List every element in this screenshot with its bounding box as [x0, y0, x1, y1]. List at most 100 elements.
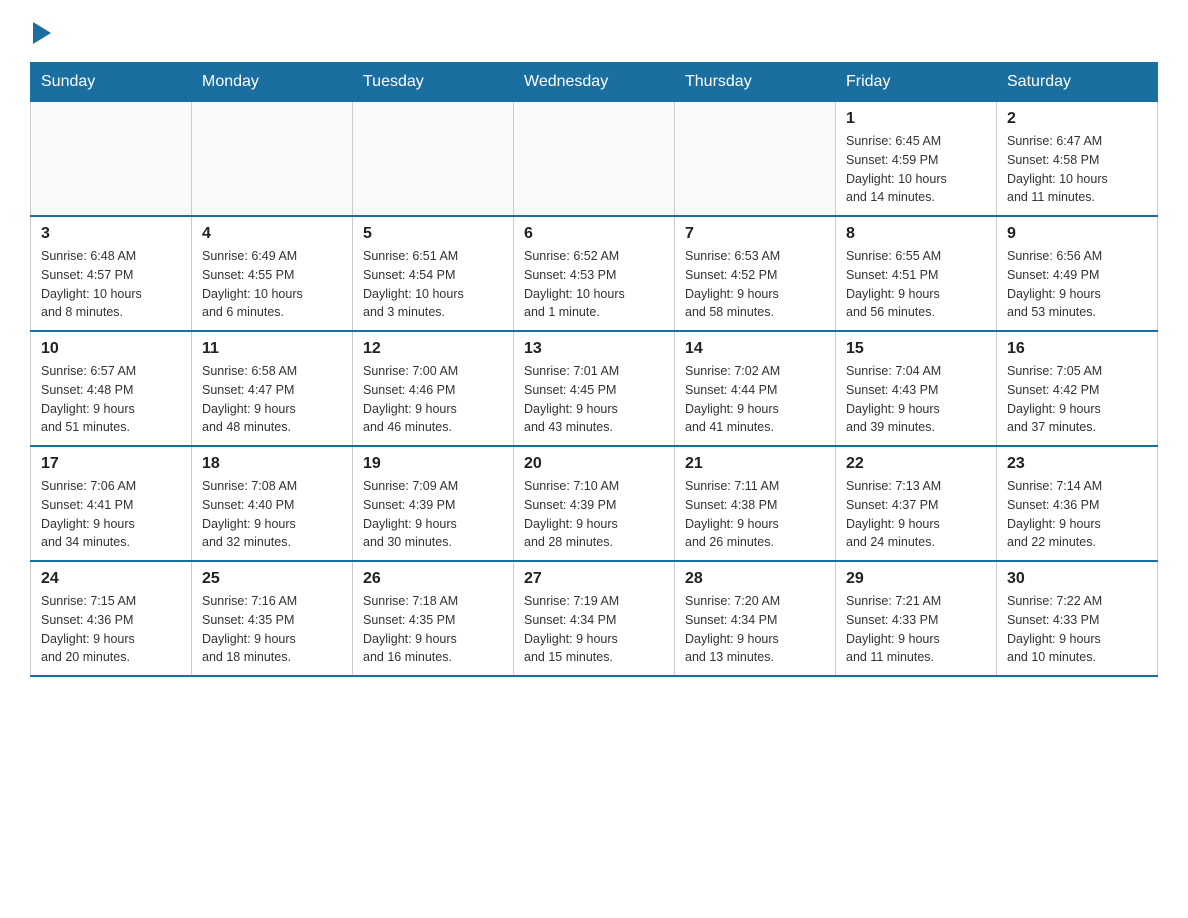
calendar-cell: 16Sunrise: 7:05 AM Sunset: 4:42 PM Dayli… — [997, 331, 1158, 446]
day-number: 13 — [524, 340, 664, 358]
header-saturday: Saturday — [997, 63, 1158, 102]
day-number: 5 — [363, 225, 503, 243]
day-info: Sunrise: 7:10 AM Sunset: 4:39 PM Dayligh… — [524, 477, 664, 552]
day-info: Sunrise: 6:48 AM Sunset: 4:57 PM Dayligh… — [41, 247, 181, 322]
calendar-cell — [514, 102, 675, 217]
calendar-cell — [31, 102, 192, 217]
day-info: Sunrise: 6:57 AM Sunset: 4:48 PM Dayligh… — [41, 362, 181, 437]
calendar-cell: 13 Sunrise: 7:01 AM Sunset: 4:45 PM Dayli… — [514, 331, 675, 446]
calendar-cell: 9 Sunrise: 6:56 AM Sunset: 4:49 PM Daylig… — [997, 216, 1158, 331]
day-number: 21 — [685, 455, 825, 473]
logo — [30, 20, 51, 42]
calendar-cell: 26 Sunrise: 7:18 AM Sunset: 4:35 PM Dayli… — [353, 561, 514, 676]
day-number: 7 — [685, 225, 825, 243]
day-number: 12 — [363, 340, 503, 358]
calendar-cell: 14 Sunrise: 7:02 AM Sunset: 4:44 PM Dayli… — [675, 331, 836, 446]
calendar-cell: 7 Sunrise: 6:53 AM Sunset: 4:52 PM Daylig… — [675, 216, 836, 331]
calendar-table: SundayMondayTuesdayWednesdayThursdayFrid… — [30, 62, 1158, 677]
calendar-cell: 15 Sunrise: 7:04 AM Sunset: 4:43 PM Dayli… — [836, 331, 997, 446]
day-number: 17 — [41, 455, 181, 473]
day-number: 9 — [1007, 225, 1147, 243]
calendar-week-row: 3 Sunrise: 6:48 AM Sunset: 4:57 PM Daylig… — [31, 216, 1158, 331]
calendar-cell: 19Sunrise: 7:09 AM Sunset: 4:39 PM Dayli… — [353, 446, 514, 561]
day-number: 15 — [846, 340, 986, 358]
day-number: 30 — [1007, 570, 1147, 588]
day-info: Sunrise: 7:16 AM Sunset: 4:35 PM Dayligh… — [202, 592, 342, 667]
calendar-cell: 12 Sunrise: 7:00 AM Sunset: 4:46 PM Dayli… — [353, 331, 514, 446]
calendar-cell: 20 Sunrise: 7:10 AM Sunset: 4:39 PM Dayli… — [514, 446, 675, 561]
day-info: Sunrise: 6:51 AM Sunset: 4:54 PM Dayligh… — [363, 247, 503, 322]
day-info: Sunrise: 6:53 AM Sunset: 4:52 PM Dayligh… — [685, 247, 825, 322]
calendar-cell: 2 Sunrise: 6:47 AM Sunset: 4:58 PM Daylig… — [997, 102, 1158, 217]
day-info: Sunrise: 7:06 AM Sunset: 4:41 PM Dayligh… — [41, 477, 181, 552]
calendar-week-row: 24 Sunrise: 7:15 AM Sunset: 4:36 PM Dayli… — [31, 561, 1158, 676]
day-info: Sunrise: 7:02 AM Sunset: 4:44 PM Dayligh… — [685, 362, 825, 437]
calendar-week-row: 1Sunrise: 6:45 AM Sunset: 4:59 PM Daylig… — [31, 102, 1158, 217]
day-number: 24 — [41, 570, 181, 588]
day-number: 11 — [202, 340, 342, 358]
day-number: 26 — [363, 570, 503, 588]
day-number: 3 — [41, 225, 181, 243]
day-info: Sunrise: 7:04 AM Sunset: 4:43 PM Dayligh… — [846, 362, 986, 437]
day-number: 25 — [202, 570, 342, 588]
calendar-header-row: SundayMondayTuesdayWednesdayThursdayFrid… — [31, 63, 1158, 102]
day-info: Sunrise: 7:15 AM Sunset: 4:36 PM Dayligh… — [41, 592, 181, 667]
calendar-cell: 22Sunrise: 7:13 AM Sunset: 4:37 PM Dayli… — [836, 446, 997, 561]
day-number: 19 — [363, 455, 503, 473]
day-info: Sunrise: 6:56 AM Sunset: 4:49 PM Dayligh… — [1007, 247, 1147, 322]
day-info: Sunrise: 7:21 AM Sunset: 4:33 PM Dayligh… — [846, 592, 986, 667]
day-info: Sunrise: 7:20 AM Sunset: 4:34 PM Dayligh… — [685, 592, 825, 667]
day-info: Sunrise: 7:18 AM Sunset: 4:35 PM Dayligh… — [363, 592, 503, 667]
header-thursday: Thursday — [675, 63, 836, 102]
header-friday: Friday — [836, 63, 997, 102]
day-info: Sunrise: 7:00 AM Sunset: 4:46 PM Dayligh… — [363, 362, 503, 437]
calendar-cell: 3 Sunrise: 6:48 AM Sunset: 4:57 PM Daylig… — [31, 216, 192, 331]
day-number: 16 — [1007, 340, 1147, 358]
calendar-cell: 11Sunrise: 6:58 AM Sunset: 4:47 PM Dayli… — [192, 331, 353, 446]
day-number: 18 — [202, 455, 342, 473]
day-info: Sunrise: 6:47 AM Sunset: 4:58 PM Dayligh… — [1007, 132, 1147, 207]
day-number: 2 — [1007, 110, 1147, 128]
calendar-cell — [353, 102, 514, 217]
day-info: Sunrise: 6:45 AM Sunset: 4:59 PM Dayligh… — [846, 132, 986, 207]
day-info: Sunrise: 7:08 AM Sunset: 4:40 PM Dayligh… — [202, 477, 342, 552]
day-number: 6 — [524, 225, 664, 243]
day-number: 4 — [202, 225, 342, 243]
calendar-cell: 5 Sunrise: 6:51 AM Sunset: 4:54 PM Daylig… — [353, 216, 514, 331]
header-monday: Monday — [192, 63, 353, 102]
page-header — [30, 20, 1158, 42]
day-number: 29 — [846, 570, 986, 588]
calendar-cell: 18 Sunrise: 7:08 AM Sunset: 4:40 PM Dayli… — [192, 446, 353, 561]
calendar-cell: 6 Sunrise: 6:52 AM Sunset: 4:53 PM Daylig… — [514, 216, 675, 331]
calendar-cell: 25 Sunrise: 7:16 AM Sunset: 4:35 PM Dayli… — [192, 561, 353, 676]
calendar-cell: 24 Sunrise: 7:15 AM Sunset: 4:36 PM Dayli… — [31, 561, 192, 676]
day-number: 23 — [1007, 455, 1147, 473]
day-info: Sunrise: 7:22 AM Sunset: 4:33 PM Dayligh… — [1007, 592, 1147, 667]
day-info: Sunrise: 7:13 AM Sunset: 4:37 PM Dayligh… — [846, 477, 986, 552]
day-info: Sunrise: 6:55 AM Sunset: 4:51 PM Dayligh… — [846, 247, 986, 322]
logo-arrow-icon — [33, 22, 51, 44]
day-info: Sunrise: 6:49 AM Sunset: 4:55 PM Dayligh… — [202, 247, 342, 322]
calendar-cell: 17 Sunrise: 7:06 AM Sunset: 4:41 PM Dayli… — [31, 446, 192, 561]
calendar-cell: 4 Sunrise: 6:49 AM Sunset: 4:55 PM Daylig… — [192, 216, 353, 331]
day-number: 27 — [524, 570, 664, 588]
day-number: 14 — [685, 340, 825, 358]
header-tuesday: Tuesday — [353, 63, 514, 102]
day-number: 10 — [41, 340, 181, 358]
day-info: Sunrise: 7:19 AM Sunset: 4:34 PM Dayligh… — [524, 592, 664, 667]
day-info: Sunrise: 7:01 AM Sunset: 4:45 PM Dayligh… — [524, 362, 664, 437]
day-info: Sunrise: 7:11 AM Sunset: 4:38 PM Dayligh… — [685, 477, 825, 552]
calendar-cell: 30 Sunrise: 7:22 AM Sunset: 4:33 PM Dayli… — [997, 561, 1158, 676]
calendar-cell: 10 Sunrise: 6:57 AM Sunset: 4:48 PM Dayli… — [31, 331, 192, 446]
calendar-cell — [675, 102, 836, 217]
calendar-week-row: 17 Sunrise: 7:06 AM Sunset: 4:41 PM Dayli… — [31, 446, 1158, 561]
header-sunday: Sunday — [31, 63, 192, 102]
day-number: 20 — [524, 455, 664, 473]
calendar-cell: 28Sunrise: 7:20 AM Sunset: 4:34 PM Dayli… — [675, 561, 836, 676]
day-number: 8 — [846, 225, 986, 243]
calendar-cell: 1Sunrise: 6:45 AM Sunset: 4:59 PM Daylig… — [836, 102, 997, 217]
calendar-cell: 23 Sunrise: 7:14 AM Sunset: 4:36 PM Dayli… — [997, 446, 1158, 561]
calendar-week-row: 10 Sunrise: 6:57 AM Sunset: 4:48 PM Dayli… — [31, 331, 1158, 446]
day-info: Sunrise: 7:14 AM Sunset: 4:36 PM Dayligh… — [1007, 477, 1147, 552]
day-info: Sunrise: 6:52 AM Sunset: 4:53 PM Dayligh… — [524, 247, 664, 322]
